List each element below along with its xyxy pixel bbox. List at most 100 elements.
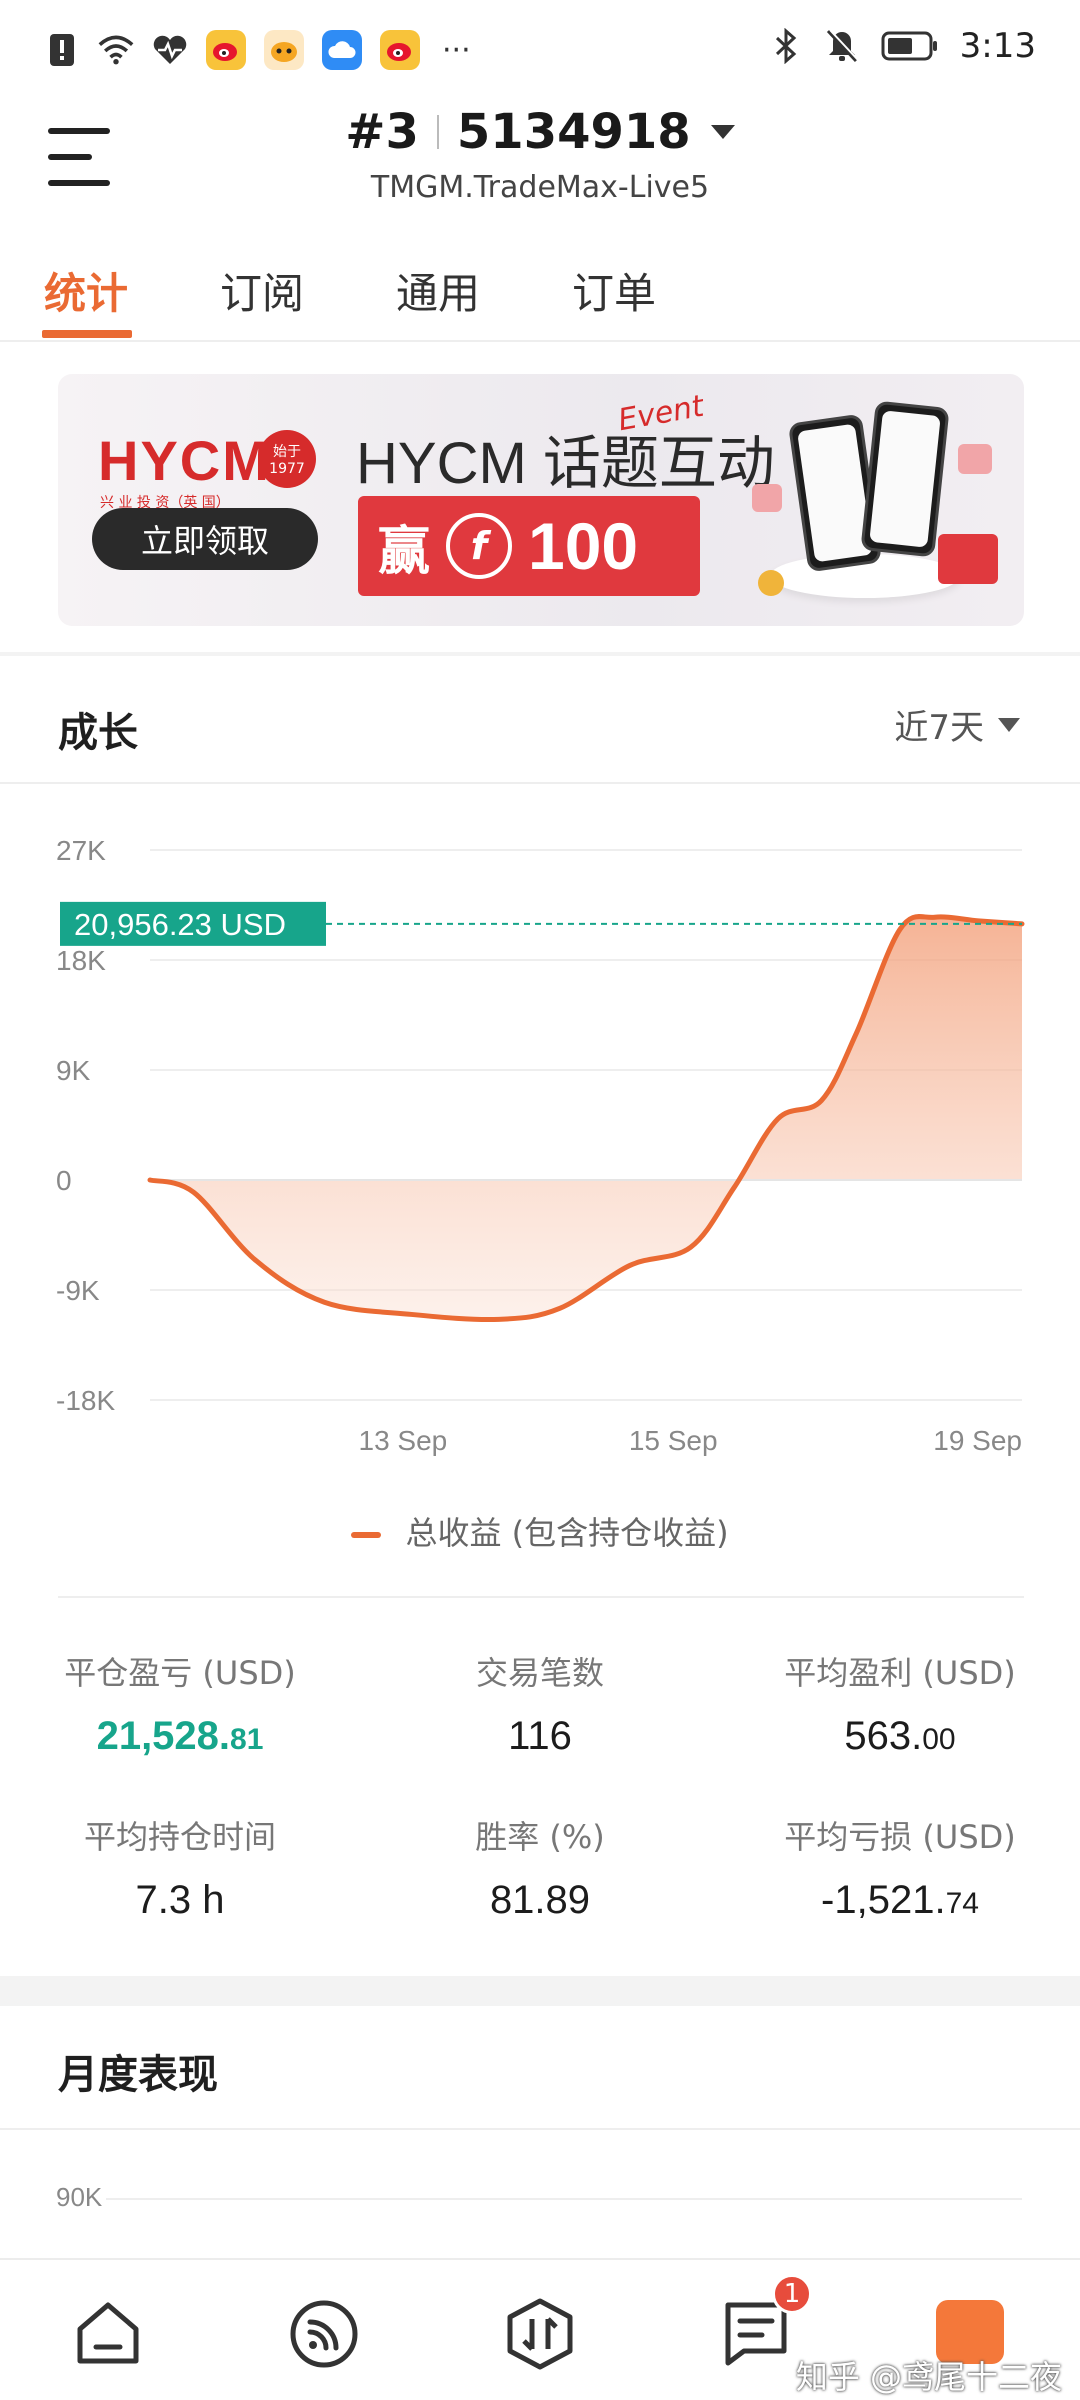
y-tick-label: -18K bbox=[56, 1385, 115, 1416]
divider bbox=[58, 1596, 1024, 1598]
weibo-icon bbox=[206, 30, 246, 70]
weibo-icon bbox=[380, 30, 420, 70]
tab-stats[interactable]: 统计 bbox=[44, 260, 128, 321]
section-divider bbox=[0, 652, 1080, 656]
seal-year: 1977 bbox=[269, 461, 305, 477]
alert-icon bbox=[44, 32, 80, 68]
stat-label: 平均盈利 (USD) bbox=[784, 1654, 1016, 1692]
win-label: 赢 bbox=[378, 521, 431, 582]
prize-amount: 100 bbox=[528, 509, 639, 583]
trade-icon[interactable] bbox=[502, 2296, 578, 2372]
claim-button[interactable]: 立即领取 bbox=[92, 508, 318, 570]
monthly-y-tick: 90K bbox=[56, 2182, 103, 2212]
banner-title: HYCM 话题互动 bbox=[356, 431, 775, 496]
home-icon[interactable] bbox=[70, 2296, 146, 2372]
stat-dec: 74 bbox=[945, 1887, 979, 1920]
gift-illustration bbox=[752, 484, 782, 512]
caret-down-icon[interactable] bbox=[710, 125, 735, 139]
monthly-title: 月度表现 bbox=[58, 2052, 218, 2098]
prize-box: 赢 f 100 bbox=[358, 496, 700, 596]
notification-badge: 1 bbox=[772, 2274, 812, 2314]
series-area bbox=[150, 916, 1022, 1320]
legend-line-icon bbox=[351, 1532, 382, 1538]
growth-title: 成长 bbox=[58, 710, 138, 756]
growth-chart[interactable]: 27K 18K 9K 0 -9K -18K 13 Sep 15 Sep 19 Sep 20,956… bbox=[0, 810, 1080, 1510]
stat-label: 平仓盈亏 (USD) bbox=[64, 1654, 296, 1692]
stat-label: 交易笔数 bbox=[475, 1654, 604, 1692]
signal-icon[interactable] bbox=[286, 2296, 362, 2372]
coin-illustration bbox=[758, 570, 784, 596]
anniversary-seal: 始于 1977 bbox=[258, 430, 316, 488]
server-name: TMGM.TradeMax-Live5 bbox=[370, 170, 710, 205]
stat-value: 7.3 h bbox=[0, 1878, 360, 1923]
divider bbox=[0, 2128, 1080, 2130]
stat-value: 21,528.81 bbox=[0, 1714, 360, 1759]
gift-illustration bbox=[958, 444, 992, 474]
y-tick-label: 0 bbox=[56, 1165, 72, 1196]
range-label: 近7天 bbox=[894, 708, 984, 748]
x-tick-label: 13 Sep bbox=[359, 1425, 448, 1456]
stat-dec: 00 bbox=[922, 1723, 956, 1756]
cloud-icon bbox=[322, 30, 362, 70]
y-tick-label: -9K bbox=[56, 1275, 100, 1306]
watermark-text: 知乎 @鸢尾十二夜 bbox=[795, 2358, 1062, 2396]
y-tick-label: 27K bbox=[56, 835, 106, 866]
caret-down-icon bbox=[998, 717, 1020, 732]
app-screen: ··· 3:13 #3 5134918 TMGM.TradeMax-Live5 … bbox=[0, 0, 1080, 2400]
stat-value: 81.89 bbox=[360, 1878, 720, 1923]
stat-avg-hold-time: 平均持仓时间 7.3 h bbox=[0, 1812, 360, 1923]
battery-icon bbox=[880, 28, 940, 64]
stat-label: 胜率 (%) bbox=[475, 1818, 605, 1856]
y-tick-label: 9K bbox=[56, 1055, 91, 1086]
clock: 3:13 bbox=[959, 26, 1036, 66]
x-tick-label: 15 Sep bbox=[629, 1425, 718, 1456]
divider bbox=[0, 782, 1080, 784]
status-bar: ··· 3:13 bbox=[0, 0, 1080, 100]
stat-int: -1,521. bbox=[821, 1878, 946, 1922]
orders-icon[interactable]: 1 bbox=[718, 2274, 812, 2372]
account-switcher[interactable]: #3 5134918 TMGM.TradeMax-Live5 bbox=[0, 104, 1080, 205]
app-header: #3 5134918 TMGM.TradeMax-Live5 bbox=[0, 100, 1080, 230]
range-selector[interactable]: 近7天 bbox=[894, 700, 1020, 749]
growth-chart-svg: 27K 18K 9K 0 -9K -18K 13 Sep 15 Sep 19 Sep 20,956… bbox=[56, 835, 1025, 1456]
stat-dec: 81 bbox=[230, 1723, 264, 1756]
monthly-gridline bbox=[106, 2198, 1022, 2200]
stat-label: 平均亏损 (USD) bbox=[784, 1818, 1016, 1856]
brand-logo: HYCM bbox=[98, 429, 271, 492]
stat-win-rate: 胜率 (%) 81.89 bbox=[360, 1812, 720, 1923]
stat-avg-profit: 平均盈利 (USD) 563.00 bbox=[720, 1648, 1080, 1759]
tab-general[interactable]: 通用 bbox=[396, 260, 480, 321]
chart-legend: 总收益 (包含持仓收益) bbox=[0, 1508, 1080, 1554]
wifi-icon bbox=[98, 32, 134, 68]
stat-int: 81.89 bbox=[489, 1878, 591, 1922]
stat-int: 7.3 h bbox=[135, 1878, 225, 1922]
y-tick-label: 18K bbox=[56, 945, 106, 976]
active-tab-indicator bbox=[42, 330, 132, 338]
stat-value: 116 bbox=[360, 1714, 720, 1759]
health-icon bbox=[152, 32, 188, 68]
mute-bell-icon bbox=[824, 28, 860, 64]
stat-int: 563. bbox=[844, 1714, 923, 1758]
bluetooth-icon bbox=[768, 28, 804, 64]
tab-subscribe[interactable]: 订阅 bbox=[220, 260, 304, 321]
phone-illustration bbox=[860, 400, 950, 558]
seal-top-text: 始于 bbox=[273, 444, 301, 460]
section-gap bbox=[0, 1976, 1080, 2006]
stat-trade-count: 交易笔数 116 bbox=[360, 1648, 720, 1759]
account-number: #3 bbox=[345, 104, 419, 160]
gift-illustration bbox=[938, 534, 998, 584]
stat-int: 21,528. bbox=[96, 1714, 231, 1758]
stat-avg-loss: 平均亏损 (USD) -1,521.74 bbox=[720, 1812, 1080, 1923]
more-notifications: ··· bbox=[442, 32, 471, 68]
legend-label: 总收益 (包含持仓收益) bbox=[405, 1514, 729, 1552]
tab-orders[interactable]: 订单 bbox=[572, 260, 656, 321]
promo-banner[interactable]: HYCM 兴 业 投 资（英 国） 始于 1977 立即领取 HYCM 话题互动… bbox=[58, 374, 1024, 626]
stat-value: -1,521.74 bbox=[720, 1878, 1080, 1923]
tab-bar: 统计 订阅 通用 订单 bbox=[0, 250, 1080, 342]
bilibili-icon bbox=[264, 30, 304, 70]
stat-closed-pnl: 平仓盈亏 (USD) 21,528.81 bbox=[0, 1648, 360, 1759]
stat-value: 563.00 bbox=[720, 1714, 1080, 1759]
current-value-label: 20,956.23 USD bbox=[74, 907, 286, 942]
account-id: 5134918 bbox=[456, 104, 691, 160]
stat-label: 平均持仓时间 bbox=[83, 1818, 276, 1856]
